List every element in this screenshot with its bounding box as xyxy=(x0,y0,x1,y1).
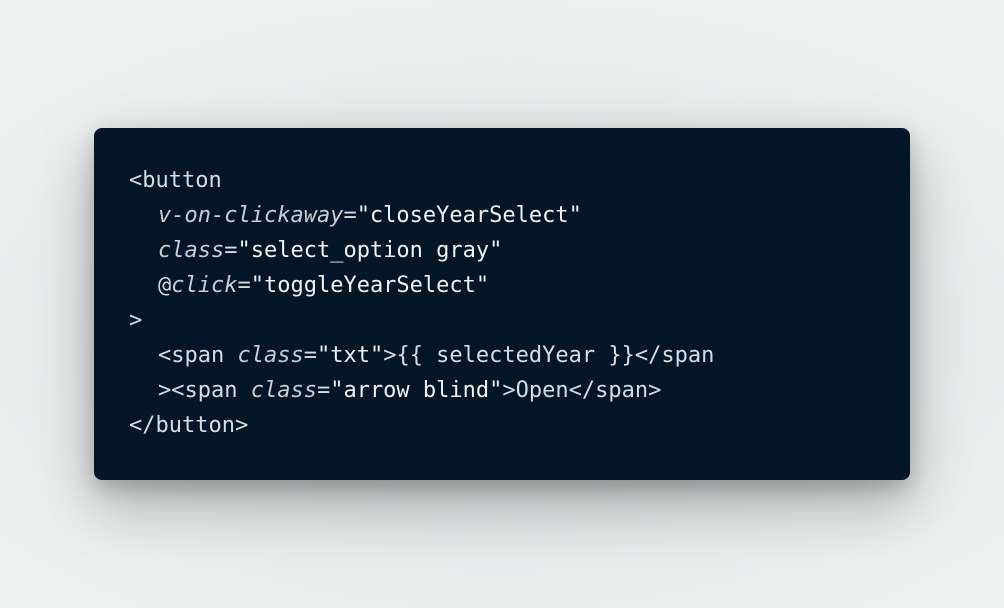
code-token: = xyxy=(303,343,317,368)
code-line-7: ><span class="arrow blind">Open</span> xyxy=(129,377,910,412)
code-line-1: <button xyxy=(129,167,910,202)
code-token: > xyxy=(129,308,143,333)
code-token: = xyxy=(224,238,238,263)
code-block: <button v-on-clickaway="closeYearSelect"… xyxy=(94,128,910,480)
code-token: "closeYearSelect" xyxy=(356,203,582,228)
code-line-2: v-on-clickaway="closeYearSelect" xyxy=(129,202,910,237)
code-token: <span xyxy=(158,343,238,368)
code-token: v-on-clickaway xyxy=(158,203,344,228)
code-token: >{{ selectedYear }}</span xyxy=(383,343,715,368)
code-line-4: @click="toggleYearSelect" xyxy=(129,272,910,307)
code-token: class xyxy=(237,343,304,368)
code-line-3: class="select_option gray" xyxy=(129,237,910,272)
code-token: ><span xyxy=(158,378,251,403)
code-token: "arrow blind" xyxy=(330,378,503,403)
code-token: "txt" xyxy=(316,343,384,368)
code-token: "select_option gray" xyxy=(237,238,503,263)
code-token: "toggleYearSelect" xyxy=(250,273,490,298)
code-token: = xyxy=(343,203,357,228)
code-line-6: <span class="txt">{{ selectedYear }}</sp… xyxy=(129,342,910,377)
code-token: click xyxy=(171,273,238,298)
code-line-8: </button> xyxy=(129,412,910,447)
code-token: <button xyxy=(129,168,222,193)
code-token: </button> xyxy=(129,413,249,438)
code-token: = xyxy=(237,273,251,298)
code-token: class xyxy=(158,238,225,263)
code-token: >Open</span> xyxy=(502,378,662,403)
code-token: class xyxy=(250,378,317,403)
code-token: = xyxy=(316,378,331,403)
code-line-5: > xyxy=(129,307,910,342)
code-token: @ xyxy=(158,273,172,298)
